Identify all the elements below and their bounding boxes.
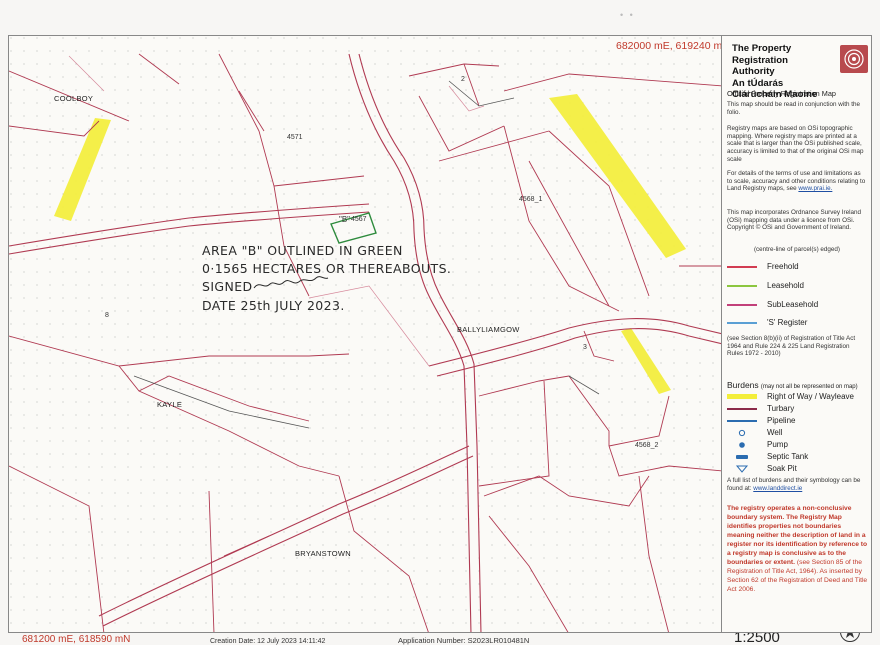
parcel-number[interactable]: 3	[583, 344, 587, 351]
burdens-title: Burdens	[727, 380, 759, 390]
legend-s-register: 'S' Register	[727, 316, 867, 329]
yellow-band-icon	[727, 394, 757, 399]
legend-note: This map should be read in conjunction w…	[727, 101, 861, 116]
landdirect-link[interactable]: www.landdirect.ie	[753, 485, 802, 492]
authority-line: Registration Authority	[732, 54, 788, 78]
legend-label: Well	[767, 428, 783, 437]
legend-label: 'S' Register	[767, 318, 808, 327]
map-canvas[interactable]: 2 4571 4567 "B" 4568_1 3 4568_2 8 COOLBO…	[9, 36, 722, 633]
authority-line: The Property	[732, 43, 792, 54]
legend-label: Pipeline	[767, 416, 796, 425]
parcel-number[interactable]: 4568_1	[519, 196, 542, 203]
prai-logo-icon	[840, 45, 868, 73]
burdens-heading: Burdens (may not all be represented on m…	[727, 380, 858, 390]
area-b-tag[interactable]: "B"	[339, 215, 350, 224]
leasehold-swatch	[727, 284, 757, 287]
note-line: 0·1565 HECTARES OR THEREABOUTS.	[202, 261, 451, 276]
legend-note: For details of the terms of use and limi…	[727, 170, 867, 193]
freehold-swatch	[727, 265, 757, 268]
map-document: • • 2 4571 4567 "B" 4568_1 3 4568_2 8 CO…	[0, 0, 880, 645]
boundary-disclaimer: The registry operates a non-conclusive b…	[727, 504, 869, 594]
s-register-swatch	[727, 321, 757, 324]
legend-panel: The Property Registration Authority An t…	[722, 35, 872, 633]
pump-icon	[727, 441, 757, 449]
parcel-number[interactable]: 4567	[351, 216, 367, 223]
note-line: SIGNED	[202, 279, 253, 294]
map-panel[interactable]: 2 4571 4567 "B" 4568_1 3 4568_2 8 COOLBO…	[8, 35, 722, 633]
legend-label: Freehold	[767, 262, 799, 271]
townland-label: COOLBOY	[54, 94, 93, 103]
edged-note: (centre-line of parcel(s) edged)	[753, 246, 841, 253]
well-icon	[727, 429, 757, 437]
prai-link[interactable]: www.prai.ie.	[798, 185, 832, 192]
authority-line: An tÚdarás	[732, 77, 784, 89]
terms-text: For details of the terms of use and limi…	[727, 170, 866, 193]
pipeline-line-icon	[727, 419, 757, 422]
legend-freehold: Freehold	[727, 260, 867, 273]
disclaimer-bold: The registry operates a non-conclusive b…	[727, 505, 868, 566]
note-line: AREA "B" OUTLINED IN GREEN	[202, 243, 403, 258]
legend-subleasehold: SubLeasehold	[727, 298, 867, 311]
legend-label: Leasehold	[767, 281, 804, 290]
scan-mark: • •	[620, 10, 635, 20]
septic-tank-icon	[727, 453, 757, 461]
burden-soak-pit: Soak Pit	[727, 462, 867, 475]
legend-label: Pump	[767, 440, 788, 449]
legend-label: Turbary	[767, 404, 795, 413]
section-note: (see Section 8(b)(ii) of Registration of…	[727, 335, 856, 358]
townland-label: BRYANSTOWN	[295, 549, 351, 558]
map-background	[9, 36, 721, 632]
coord-top-right: 682000 mE, 619240 mN	[616, 40, 722, 52]
creation-date: Creation Date: 12 July 2023 14:11:42	[210, 638, 326, 645]
note-line: DATE 25th JULY 2023.	[202, 298, 345, 313]
legend-note: This map incorporates Ordnance Survey Ir…	[727, 209, 862, 232]
legend-label: Septic Tank	[767, 452, 809, 461]
legend-label: Soak Pit	[767, 464, 797, 473]
application-number: Application Number: S2023LR010481N	[398, 636, 530, 645]
townland-label: KAYLE	[157, 400, 182, 409]
parcel-number[interactable]: 8	[105, 312, 109, 319]
coord-bottom-left: 681200 mE, 618590 mN	[22, 634, 131, 645]
parcel-number[interactable]: 2	[461, 76, 465, 83]
legend-leasehold: Leasehold	[727, 279, 867, 292]
turbary-line-icon	[727, 407, 757, 410]
burdens-note: A full list of burdens and their symbolo…	[727, 477, 867, 492]
subleasehold-swatch	[727, 303, 757, 306]
townland-label: BALLYLIAMGOW	[457, 325, 520, 334]
legend-title: Official Property Registration Map	[727, 89, 836, 98]
legend-label: Right of Way / Wayleave	[767, 392, 854, 401]
soak-pit-icon	[727, 464, 757, 473]
parcel-number[interactable]: 4568_2	[635, 442, 658, 449]
legend-label: SubLeasehold	[767, 300, 819, 309]
legend-note: Registry maps are based on OSi topograph…	[727, 125, 864, 163]
parcel-number[interactable]: 4571	[287, 134, 303, 141]
